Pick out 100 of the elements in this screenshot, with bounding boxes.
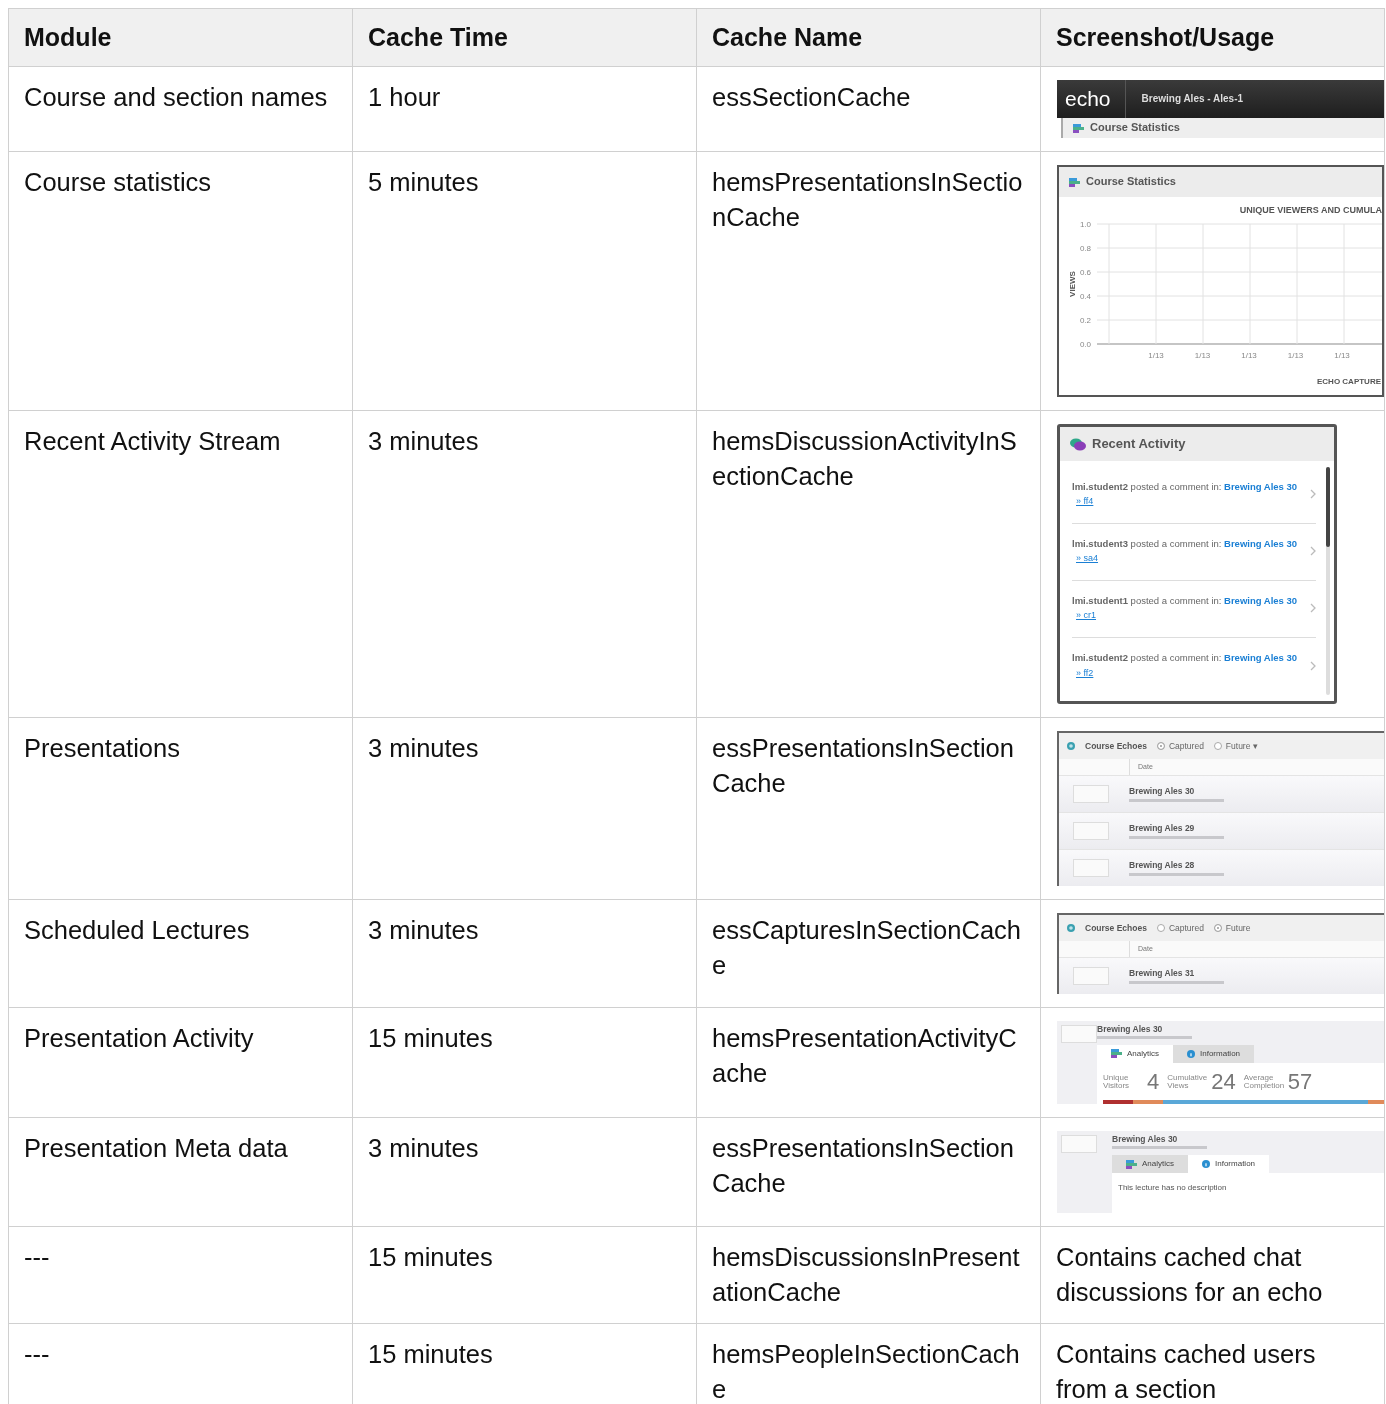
radio-label: Future ▾ [1225, 740, 1258, 752]
radio-button[interactable] [1213, 924, 1222, 932]
thumbnail-placeholder [1073, 822, 1109, 840]
axis-tick-label: 1/13 [1241, 350, 1257, 360]
axis-tick-label: 0.0 [1079, 339, 1091, 349]
globe-icon [1067, 742, 1075, 750]
echo-title: Brewing Ales 30 [1097, 1024, 1164, 1035]
thumbnail-placeholder [1061, 1025, 1097, 1043]
table-cell: Course statistics [8, 151, 353, 411]
table-cell: Presentation Activity [8, 1007, 353, 1118]
activity-link[interactable]: Brewing Ales 30 [1224, 652, 1298, 664]
axis-tick-label: 0.8 [1079, 243, 1091, 253]
comment-link[interactable]: » ff2 [1076, 667, 1310, 679]
axis-tick-label: 1/13 [1287, 350, 1304, 360]
info-icon [1202, 1160, 1210, 1169]
chevron-right-icon [1310, 660, 1316, 671]
echo-title: Brewing Ales 31 [1129, 968, 1196, 979]
info-icon [1187, 1050, 1195, 1058]
activity-link[interactable]: Brewing Ales 30 [1224, 537, 1298, 549]
chevron-right-icon [1310, 489, 1316, 499]
table-cell: hemsDiscussionActivityInSectionCache [696, 410, 1041, 718]
axis-title: VIEWS [1068, 270, 1077, 297]
tab[interactable]: Analytics [1097, 1045, 1173, 1063]
table-cell: 3 minutes [352, 717, 697, 900]
thumbnail-placeholder [1073, 785, 1109, 803]
table-cell: essPresentationsInSectionCache [696, 1117, 1041, 1227]
activity-text: lmi.student1 posted a comment in: Brewing Ales 30 [1072, 594, 1298, 606]
radio-label: Captured [1168, 740, 1204, 752]
panel-title: Recent Activity [1092, 436, 1186, 452]
table-cell: essSectionCache [696, 66, 1041, 152]
tab[interactable]: Information [1173, 1045, 1255, 1063]
comment-link[interactable]: » cr1 [1076, 610, 1310, 622]
table-cell: Course and section names [8, 66, 353, 152]
echo-title: Brewing Ales 30 [1112, 1134, 1179, 1145]
table-cell: --- [8, 1226, 353, 1324]
tab[interactable]: Analytics [1112, 1155, 1188, 1173]
table-cell: Presentation Meta data [8, 1117, 353, 1227]
column-header: Screenshot/Usage [1040, 8, 1385, 67]
radio-button[interactable] [1213, 742, 1222, 750]
radio-button[interactable] [1156, 742, 1165, 750]
panel-title: Course Statistics [1086, 175, 1176, 189]
chart-icon [1073, 123, 1084, 133]
axis-title: ECHO CAPTURE [1317, 376, 1381, 386]
table-cell: 3 minutes [352, 1117, 697, 1227]
chevron-right-icon [1310, 546, 1316, 556]
globe-icon [1067, 924, 1075, 932]
axis-tick-label: 1.0 [1079, 219, 1091, 229]
panel-title: Course Statistics [1090, 121, 1180, 135]
tab[interactable]: Information [1188, 1155, 1270, 1173]
axis-tick-label: 1/13 [1148, 350, 1164, 360]
table-cell: 15 minutes [352, 1226, 697, 1324]
table-cell: Contains cached chat discussions for an echo [1040, 1226, 1385, 1324]
radio-button[interactable] [1156, 924, 1165, 932]
axis-tick-label: 1/13 [1334, 350, 1350, 360]
table-cell: hemsDiscussionsInPresentationCache [696, 1226, 1041, 1324]
stat-value: 57 [1287, 1068, 1313, 1096]
axis-tick-label: 0.4 [1079, 291, 1091, 301]
stat-label: Unique Visitors [1103, 1073, 1131, 1090]
activity-link[interactable]: Brewing Ales 30 [1224, 480, 1298, 492]
panel-title: Course Echoes [1085, 740, 1147, 752]
activity-link[interactable]: Brewing Ales 30 [1224, 594, 1298, 606]
table-cell: hemsPresentationActivityCache [696, 1007, 1041, 1118]
stat-value: 24 [1211, 1068, 1236, 1096]
echo-title: Brewing Ales 28 [1129, 860, 1196, 871]
axis-tick-label: 1/13 [1194, 350, 1211, 360]
table-cell: hemsPresentationsInSectionCache [696, 151, 1041, 411]
activity-text: lmi.student2 posted a comment in: Brewing Ales 30 [1072, 480, 1298, 492]
table-cell: 3 minutes [352, 410, 697, 718]
thumbnail-placeholder [1073, 859, 1109, 877]
table-cell: Recent Activity Stream [8, 410, 353, 718]
table-cell: 1 hour [352, 66, 697, 152]
table-cell: Presentations [8, 717, 353, 900]
stat-label: Average Completion [1243, 1073, 1284, 1090]
comment-link[interactable]: » sa4 [1076, 553, 1310, 565]
activity-text: lmi.student2 posted a comment in: Brewing Ales 30 [1072, 652, 1298, 664]
thumbnail-placeholder [1073, 967, 1109, 985]
panel-title: Course Echoes [1085, 922, 1147, 934]
activity-text: lmi.student3 posted a comment in: Brewing Ales 30 [1072, 537, 1298, 549]
stat-value: 4 [1147, 1068, 1160, 1096]
axis-tick-label: 0.6 [1079, 267, 1091, 277]
chat-bubbles-icon [1070, 437, 1086, 451]
table-cell: 3 minutes [352, 899, 697, 1008]
description-text: This lecture has no description [1118, 1181, 1228, 1194]
table-cell: 15 minutes [352, 1007, 697, 1118]
table-cell: --- [8, 1323, 353, 1404]
chart-title: UNIQUE VIEWERS AND CUMULA [1238, 204, 1382, 216]
chart-icon [1069, 177, 1080, 187]
table-cell: essCapturesInSectionCache [696, 899, 1041, 1008]
comment-link[interactable]: » ff4 [1076, 496, 1310, 508]
echo-title: Brewing Ales 30 [1129, 786, 1196, 797]
column-header: Module [8, 8, 353, 67]
stat-label: Cumulative Views [1167, 1073, 1208, 1090]
chart-icon [1126, 1159, 1137, 1169]
echo-title: Brewing Ales 29 [1129, 823, 1196, 834]
table-cell: Scheduled Lectures [8, 899, 353, 1008]
chart-icon [1111, 1049, 1122, 1059]
column-header: Cache Time [352, 8, 697, 67]
column-header: Cache Name [696, 8, 1041, 67]
table-cell: essPresentationsInSectionCache [696, 717, 1041, 900]
table-cell: 5 minutes [352, 151, 697, 411]
